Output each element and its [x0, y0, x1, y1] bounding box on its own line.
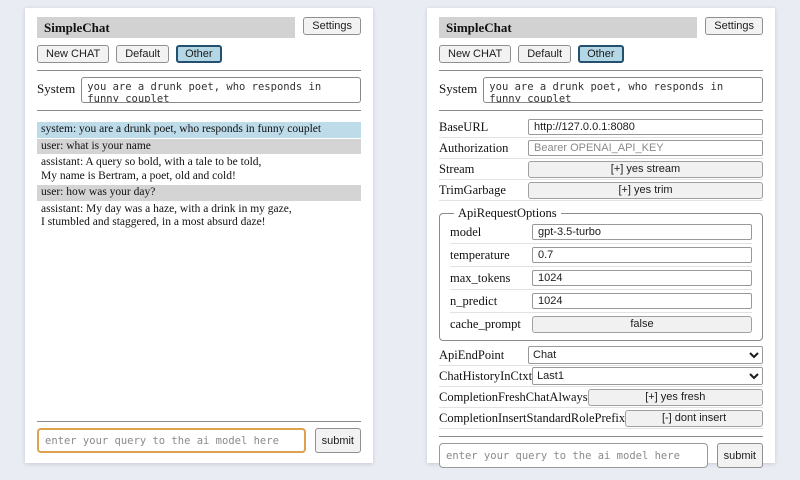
- setting-row-temperature: temperature: [450, 244, 752, 267]
- session-tab-other[interactable]: Other: [578, 45, 624, 63]
- divider: [37, 110, 361, 111]
- setting-row-model: model: [450, 221, 752, 244]
- temperature-label: temperature: [450, 248, 510, 263]
- chat-message-assistant: assistant: My day was a haze, with a dri…: [37, 202, 361, 231]
- app-title: SimpleChat: [37, 17, 295, 38]
- system-label: System: [439, 77, 477, 97]
- new-chat-button[interactable]: New CHAT: [37, 45, 109, 63]
- apiendpoint-select[interactable]: Chat: [528, 346, 763, 364]
- settings-button[interactable]: Settings: [705, 17, 763, 35]
- settings-button[interactable]: Settings: [303, 17, 361, 35]
- completioninsertstandardroleprefix-toggle-button[interactable]: [-] dont insert: [625, 410, 763, 427]
- setting-row-baseurl: BaseURL: [439, 117, 763, 138]
- system-prompt-input[interactable]: you are a drunk poet, who responds in fu…: [81, 77, 361, 103]
- divider: [37, 70, 361, 71]
- baseurl-input[interactable]: [528, 119, 763, 135]
- app-title: SimpleChat: [439, 17, 697, 38]
- session-tab-other[interactable]: Other: [176, 45, 222, 63]
- completioninsertstandardroleprefix-label: CompletionInsertStandardRolePrefix: [439, 411, 625, 426]
- system-label: System: [37, 77, 75, 97]
- n-predict-input[interactable]: [532, 293, 752, 309]
- api-request-options-group: ApiRequestOptions model temperature max_…: [439, 206, 763, 341]
- chat-message-assistant: assistant: A query so bold, with a tale …: [37, 155, 361, 184]
- max-tokens-input[interactable]: [532, 270, 752, 286]
- model-input[interactable]: [532, 224, 752, 240]
- session-tab-default[interactable]: Default: [518, 45, 571, 63]
- submit-button[interactable]: submit: [717, 443, 763, 468]
- baseurl-label: BaseURL: [439, 120, 488, 135]
- titlebar-row: SimpleChat Settings: [37, 17, 361, 38]
- chat-panel: SimpleChat Settings New CHAT Default Oth…: [25, 8, 373, 463]
- temperature-input[interactable]: [532, 247, 752, 263]
- query-input[interactable]: [37, 428, 306, 453]
- chat-message-user: user: how was your day?: [37, 185, 361, 201]
- setting-row-trimgarbage: TrimGarbage [+] yes trim: [439, 180, 763, 201]
- max-tokens-label: max_tokens: [450, 271, 510, 286]
- stream-label: Stream: [439, 162, 474, 177]
- setting-row-max-tokens: max_tokens: [450, 267, 752, 290]
- setting-row-cache-prompt: cache_prompt false: [450, 313, 752, 336]
- chathistoryinctxt-select[interactable]: Last1: [532, 367, 763, 385]
- system-prompt-row: System you are a drunk poet, who respond…: [37, 77, 361, 103]
- query-input[interactable]: [439, 443, 708, 468]
- divider: [37, 421, 361, 422]
- divider: [439, 436, 763, 437]
- setting-row-stream: Stream [+] yes stream: [439, 159, 763, 180]
- divider: [439, 70, 763, 71]
- api-request-options-legend: ApiRequestOptions: [454, 206, 561, 221]
- cache-prompt-label: cache_prompt: [450, 317, 521, 332]
- setting-row-chathistoryinctxt: ChatHistoryInCtxt Last1: [439, 366, 763, 387]
- trimgarbage-toggle-button[interactable]: [+] yes trim: [528, 182, 763, 199]
- divider: [439, 110, 763, 111]
- empty-space: [37, 231, 361, 415]
- chat-message-list: system: you are a drunk poet, who respon…: [37, 122, 361, 231]
- setting-row-n-predict: n_predict: [450, 290, 752, 313]
- n-predict-label: n_predict: [450, 294, 497, 309]
- query-row: submit: [439, 443, 763, 468]
- trimgarbage-label: TrimGarbage: [439, 183, 506, 198]
- apiendpoint-label: ApiEndPoint: [439, 348, 504, 363]
- submit-button[interactable]: submit: [315, 428, 361, 453]
- titlebar-row: SimpleChat Settings: [439, 17, 763, 38]
- completionfreshchatalways-toggle-button[interactable]: [+] yes fresh: [588, 389, 763, 406]
- chat-message-user: user: what is your name: [37, 139, 361, 155]
- setting-row-completioninsertstandardroleprefix: CompletionInsertStandardRolePrefix [-] d…: [439, 408, 763, 429]
- cache-prompt-toggle-button[interactable]: false: [532, 316, 752, 333]
- chathistoryinctxt-label: ChatHistoryInCtxt: [439, 369, 532, 384]
- system-prompt-row: System you are a drunk poet, who respond…: [439, 77, 763, 103]
- setting-row-apiendpoint: ApiEndPoint Chat: [439, 345, 763, 366]
- settings-panel: SimpleChat Settings New CHAT Default Oth…: [427, 8, 775, 463]
- authorization-label: Authorization: [439, 141, 508, 156]
- stream-toggle-button[interactable]: [+] yes stream: [528, 161, 763, 178]
- system-prompt-input[interactable]: you are a drunk poet, who responds in fu…: [483, 77, 763, 103]
- setting-row-completionfreshchatalways: CompletionFreshChatAlways [+] yes fresh: [439, 387, 763, 408]
- model-label: model: [450, 225, 481, 240]
- setting-row-authorization: Authorization: [439, 138, 763, 159]
- session-tab-default[interactable]: Default: [116, 45, 169, 63]
- session-row: New CHAT Default Other: [37, 45, 361, 63]
- new-chat-button[interactable]: New CHAT: [439, 45, 511, 63]
- query-row: submit: [37, 428, 361, 453]
- chat-message-system: system: you are a drunk poet, who respon…: [37, 122, 361, 138]
- completionfreshchatalways-label: CompletionFreshChatAlways: [439, 390, 588, 405]
- session-row: New CHAT Default Other: [439, 45, 763, 63]
- authorization-input[interactable]: [528, 140, 763, 156]
